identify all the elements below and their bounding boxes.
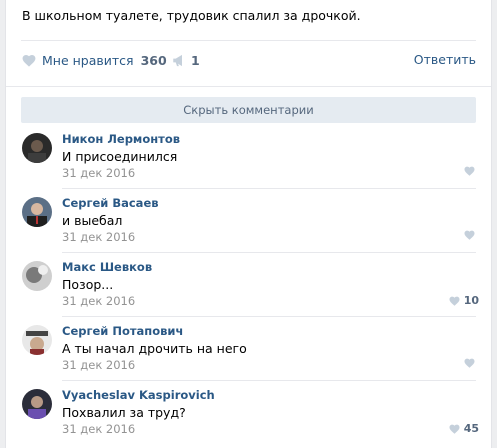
comment-author[interactable]: Макс Шевков: [62, 260, 152, 274]
like-count: 360: [140, 52, 167, 68]
divider: [21, 40, 476, 41]
post-text: В школьном туалете, трудовик спалил за д…: [22, 8, 361, 23]
comment-author[interactable]: Сергей Васаев: [62, 196, 159, 210]
avatar[interactable]: [22, 197, 52, 227]
divider: [62, 380, 476, 381]
hide-comments-button[interactable]: Скрыть комментарии: [21, 97, 476, 123]
post-card: В школьном туалете, трудовик спалил за д…: [6, 0, 491, 448]
comment-like-count: 10: [463, 294, 479, 307]
like-button[interactable]: Мне нравится 360: [22, 50, 167, 70]
comment-like-button[interactable]: 45: [449, 422, 479, 435]
comment-item: Макс Шевков Позор... 31 дек 2016 10: [6, 256, 491, 320]
comment-date[interactable]: 31 дек 2016: [62, 166, 135, 180]
megaphone-icon: [172, 54, 187, 67]
heart-icon: [449, 296, 460, 306]
comment-like-count: 45: [463, 422, 479, 435]
comment-item: Никон Лермонтов И присоединился 31 дек 2…: [6, 128, 491, 192]
like-label: Мне нравится: [42, 52, 134, 68]
reply-link[interactable]: Ответить: [414, 52, 476, 67]
comment-date[interactable]: 31 дек 2016: [62, 422, 135, 436]
comment-author[interactable]: Никон Лермонтов: [62, 132, 180, 146]
comment-like-button[interactable]: [464, 358, 479, 368]
comment-item: Сергей Потапович А ты начал дрочить на н…: [6, 320, 491, 384]
share-count: 1: [191, 52, 200, 68]
comment-author[interactable]: Vyacheslav Kaspirovich: [62, 388, 215, 402]
comment-item: Сергей Васаев и выебал 31 дек 2016: [6, 192, 491, 256]
comment-text: И присоединился: [62, 149, 178, 164]
heart-icon: [464, 230, 475, 240]
comment-text: Позор...: [62, 277, 114, 292]
post-actions: Мне нравится 360 1 Ответить: [22, 50, 476, 70]
avatar[interactable]: [22, 325, 52, 355]
divider: [6, 86, 491, 87]
comment-item: Vyacheslav Kaspirovich Похвалил за труд?…: [6, 384, 491, 448]
comment-date[interactable]: 31 дек 2016: [62, 294, 135, 308]
divider: [62, 252, 476, 253]
avatar[interactable]: [22, 389, 52, 419]
avatar[interactable]: [22, 133, 52, 163]
comment-text: А ты начал дрочить на него: [62, 341, 247, 356]
avatar[interactable]: [22, 261, 52, 291]
comment-text: и выебал: [62, 213, 123, 228]
comment-text: Похвалил за труд?: [62, 405, 186, 420]
divider: [62, 316, 476, 317]
heart-icon: [22, 54, 36, 67]
comment-like-button[interactable]: 10: [449, 294, 479, 307]
comment-like-button[interactable]: [464, 166, 479, 176]
heart-icon: [464, 166, 475, 176]
comment-author[interactable]: Сергей Потапович: [62, 324, 183, 338]
divider: [62, 188, 476, 189]
heart-icon: [464, 358, 475, 368]
comment-date[interactable]: 31 дек 2016: [62, 230, 135, 244]
heart-icon: [449, 424, 460, 434]
comment-date[interactable]: 31 дек 2016: [62, 358, 135, 372]
comment-like-button[interactable]: [464, 230, 479, 240]
share-button[interactable]: 1: [172, 50, 200, 70]
